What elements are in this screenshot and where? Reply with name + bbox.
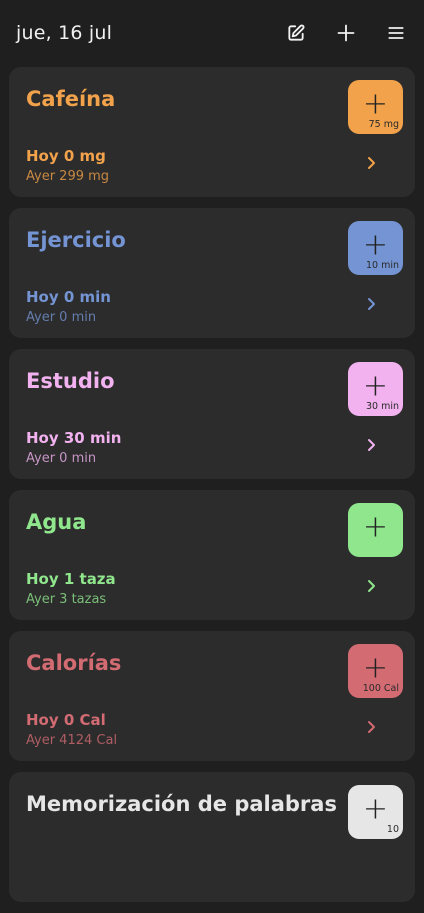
tracker-list: Cafeína +75 mg Hoy 0 mg Ayer 299 mg Ejercici… <box>9 67 415 913</box>
today-value: Hoy 0 Cal <box>26 711 106 729</box>
tracker-card[interactable]: Estudio +30 min Hoy 30 min Ayer 0 min <box>9 349 415 479</box>
quick-add-button[interactable]: + <box>348 503 403 557</box>
chevron-right-icon[interactable] <box>361 433 381 457</box>
tracker-card[interactable]: Agua + Hoy 1 taza Ayer 3 tazas <box>9 490 415 620</box>
quick-add-button[interactable]: +10 min <box>348 221 403 275</box>
plus-icon: + <box>362 509 389 545</box>
chevron-right-icon[interactable] <box>361 292 381 316</box>
yesterday-value: Ayer 0 min <box>26 451 97 466</box>
chevron-right-icon[interactable] <box>361 574 381 598</box>
chevron-right-icon[interactable] <box>361 715 381 739</box>
quick-add-button[interactable]: +30 min <box>348 362 403 416</box>
tracker-card[interactable]: Memorización de palabras +10 <box>9 772 415 902</box>
quick-add-amount: 10 <box>386 824 399 835</box>
today-value: Hoy 0 min <box>26 288 111 306</box>
yesterday-value: Ayer 299 mg <box>26 169 110 184</box>
plus-icon: + <box>362 650 389 686</box>
tracker-title: Ejercicio <box>26 228 126 252</box>
current-date: jue, 16 jul <box>16 22 113 44</box>
tracker-title: Memorización de palabras <box>26 792 337 816</box>
tracker-card[interactable]: Ejercicio +10 min Hoy 0 min Ayer 0 min <box>9 208 415 338</box>
chevron-right-icon[interactable] <box>361 151 381 175</box>
tracker-title: Estudio <box>26 369 115 393</box>
plus-icon: + <box>362 368 389 404</box>
yesterday-value: Ayer 0 min <box>26 310 97 325</box>
today-value: Hoy 1 taza <box>26 570 116 588</box>
quick-add-button[interactable]: +100 Cal <box>348 644 403 698</box>
today-value: Hoy 30 min <box>26 429 122 447</box>
quick-add-button[interactable]: +10 <box>348 785 403 839</box>
plus-icon[interactable] <box>334 21 358 45</box>
plus-icon: + <box>362 791 389 827</box>
plus-icon: + <box>362 86 389 122</box>
tracker-card[interactable]: Calorías +100 Cal Hoy 0 Cal Ayer 4124 Cal <box>9 631 415 761</box>
tracker-title: Cafeína <box>26 87 116 111</box>
edit-icon[interactable] <box>284 21 308 45</box>
quick-add-amount: 10 min <box>365 260 399 271</box>
top-bar: jue, 16 jul <box>0 0 424 66</box>
plus-icon: + <box>362 227 389 263</box>
quick-add-button[interactable]: +75 mg <box>348 80 403 134</box>
quick-add-amount: 100 Cal <box>362 683 399 694</box>
tracker-title: Agua <box>26 510 87 534</box>
top-actions <box>284 21 408 45</box>
tracker-card[interactable]: Cafeína +75 mg Hoy 0 mg Ayer 299 mg <box>9 67 415 197</box>
yesterday-value: Ayer 4124 Cal <box>26 733 118 748</box>
menu-icon[interactable] <box>384 21 408 45</box>
yesterday-value: Ayer 3 tazas <box>26 592 107 607</box>
quick-add-amount: 30 min <box>365 401 399 412</box>
quick-add-amount: 75 mg <box>368 119 399 130</box>
tracker-title: Calorías <box>26 651 122 675</box>
today-value: Hoy 0 mg <box>26 147 106 165</box>
